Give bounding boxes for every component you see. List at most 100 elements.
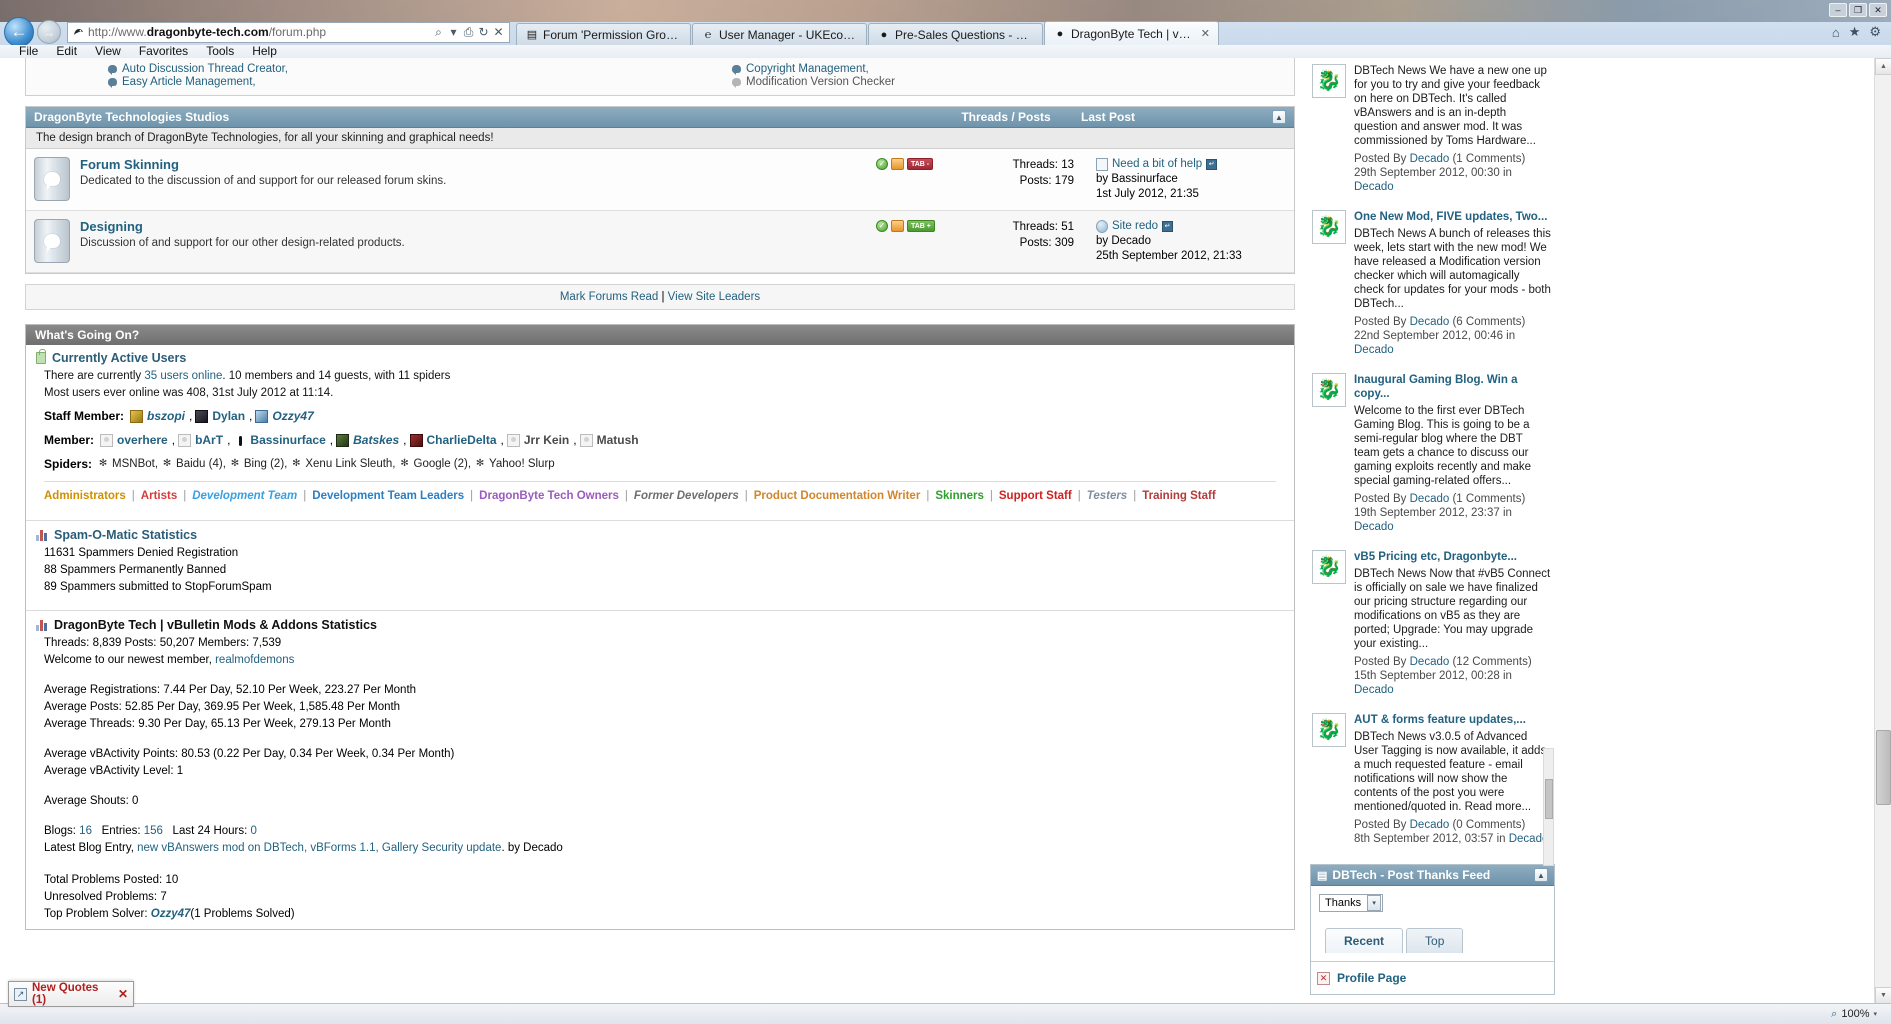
thanks-type-select[interactable]: Thanks ▾ (1319, 894, 1384, 912)
legend-development-team-leaders[interactable]: Development Team Leaders (312, 490, 464, 502)
mod-link-label[interactable]: Auto Discussion Thread Creator, (122, 63, 288, 75)
legend-support-staff[interactable]: Support Staff (999, 490, 1072, 502)
browser-tab-2[interactable]: ℮ User Manager - UKEconomy.tv... (692, 23, 867, 45)
page-scrollbar[interactable]: ▲ ▼ (1874, 58, 1891, 1004)
rss-feed-icon[interactable] (891, 220, 904, 232)
go-to-last-post-icon[interactable]: ↵ (1206, 159, 1218, 170)
forum-title-link[interactable]: Forum Skinning (80, 157, 876, 172)
browser-tab-1[interactable]: ▤ Forum 'Permission Groups' (516, 23, 691, 45)
last-post-title-link[interactable]: Site redo (1112, 219, 1158, 234)
news-title-link[interactable]: AUT & forms feature updates,... (1354, 713, 1551, 727)
mark-forums-read-link[interactable]: Mark Forums Read (560, 291, 658, 303)
tab-toggle-badge[interactable]: TAB - (907, 158, 934, 170)
last-post-title-link[interactable]: Need a bit of help (1112, 157, 1202, 172)
legend-artists[interactable]: Artists (141, 490, 177, 502)
mod-link-row[interactable]: Copyright Management, (732, 63, 1294, 75)
thanks-list-item[interactable]: ✕ Profile Page (1311, 961, 1554, 994)
stop-icon[interactable]: ✕ (491, 24, 506, 41)
close-window-button[interactable]: ✕ (1869, 3, 1887, 17)
username-link[interactable]: bArT (195, 433, 223, 447)
member-user[interactable]: Batskes, (336, 433, 407, 447)
username-link[interactable]: Dylan (212, 409, 245, 423)
latest-blog-link[interactable]: new vBAnswers mod on DBTech, vBForms 1.1… (137, 842, 501, 854)
last24-value-link[interactable]: 0 (251, 825, 257, 837)
legend-testers[interactable]: Testers (1087, 490, 1128, 502)
mod-link-row[interactable]: Modification Version Checker (732, 76, 1294, 88)
legend-dragonbyte-tech-owners[interactable]: DragonByte Tech Owners (479, 490, 619, 502)
tab-close-icon[interactable]: ✕ (1201, 27, 1210, 40)
subscribed-check-icon[interactable]: ✓ (876, 158, 888, 170)
close-icon[interactable]: ✕ (1317, 971, 1330, 985)
mod-link-row[interactable]: Easy Article Management, (108, 76, 660, 88)
news-title-link[interactable]: Inaugural Gaming Blog. Win a copy... (1354, 373, 1551, 401)
chevron-down-icon[interactable]: ▾ (1873, 1010, 1877, 1018)
staff-user[interactable]: bszopi, (130, 409, 192, 423)
zoom-indicator[interactable]: ⌕ 100% ▾ (1831, 1008, 1877, 1021)
favorites-star-icon[interactable]: ★ (1849, 24, 1861, 40)
refresh-icon[interactable]: ↻ (476, 24, 491, 41)
legend-former-developers[interactable]: Former Developers (634, 490, 739, 502)
news-item[interactable]: 🐉 vB5 Pricing etc, Dragonbyte... DBTech … (1310, 544, 1555, 707)
news-author-link[interactable]: Decado (1410, 493, 1450, 505)
back-icon[interactable]: ← (4, 17, 34, 47)
username-link[interactable]: CharlieDelta (427, 433, 497, 447)
member-user[interactable]: Bassinurface, (233, 433, 333, 447)
search-icon[interactable]: ⌕ (431, 24, 446, 41)
news-item[interactable]: 🐉 One New Mod, FIVE updates, Two... DBTe… (1310, 204, 1555, 367)
sidebar-inner-scrollbar[interactable] (1543, 748, 1554, 866)
menu-view[interactable]: View (86, 45, 130, 58)
close-icon[interactable]: ✕ (118, 987, 128, 1001)
menu-edit[interactable]: Edit (47, 45, 86, 58)
menu-file[interactable]: File (10, 45, 47, 58)
news-title-link[interactable]: vB5 Pricing etc, Dragonbyte... (1354, 550, 1551, 564)
chevron-down-icon[interactable]: ▾ (1367, 895, 1382, 911)
home-icon[interactable]: ⌂ (1832, 25, 1840, 40)
maximize-button[interactable]: ❐ (1849, 3, 1867, 17)
scroll-up-button[interactable]: ▲ (1875, 58, 1891, 75)
username-link[interactable]: bszopi (147, 409, 185, 423)
profile-page-link[interactable]: Profile Page (1337, 971, 1406, 985)
news-blog-link[interactable]: Decado (1354, 181, 1394, 193)
news-blog-link[interactable]: Decado (1354, 684, 1394, 696)
new-quotes-label[interactable]: New Quotes (1) (32, 982, 113, 1006)
news-item[interactable]: 🐉 DBTech News We have a new one up for y… (1310, 58, 1555, 204)
tools-gear-icon[interactable]: ⚙ (1869, 24, 1881, 40)
scroll-down-button[interactable]: ▼ (1875, 987, 1891, 1004)
staff-user[interactable]: Dylan, (195, 409, 252, 423)
news-author-link[interactable]: Decado (1410, 819, 1450, 831)
legend-administrators[interactable]: Administrators (44, 490, 126, 502)
username-link[interactable]: Batskes (353, 433, 399, 447)
news-title-link[interactable]: One New Mod, FIVE updates, Two... (1354, 210, 1551, 224)
mod-link-label[interactable]: Easy Article Management, (122, 76, 256, 88)
menu-help[interactable]: Help (243, 45, 286, 58)
collapse-category-button[interactable]: ▲ (1272, 110, 1286, 124)
news-blog-link[interactable]: Decado (1354, 344, 1394, 356)
browser-tab-4-active[interactable]: ● DragonByte Tech | vBulletin... ✕ (1044, 21, 1219, 45)
news-blog-link[interactable]: Decado (1354, 521, 1394, 533)
news-item[interactable]: 🐉 AUT & forms feature updates,... DBTech… (1310, 707, 1555, 856)
last-post-author[interactable]: by Bassinurface (1096, 172, 1286, 187)
rss-feed-icon[interactable] (891, 158, 904, 170)
tab-toggle-badge[interactable]: TAB + (907, 220, 935, 232)
top-solver-link[interactable]: Ozzy47 (151, 908, 191, 920)
legend-skinners[interactable]: Skinners (935, 490, 984, 502)
forum-row[interactable]: Forum Skinning Dedicated to the discussi… (26, 149, 1294, 211)
member-user[interactable]: overhere, (100, 433, 175, 447)
subscribed-check-icon[interactable]: ✓ (876, 220, 888, 232)
menu-tools[interactable]: Tools (197, 45, 243, 58)
news-item[interactable]: 🐉 Inaugural Gaming Blog. Win a copy... W… (1310, 367, 1555, 544)
news-author-link[interactable]: Decado (1410, 656, 1450, 668)
entries-value-link[interactable]: 156 (144, 825, 163, 837)
collapse-panel-button[interactable]: ▲ (1534, 868, 1548, 882)
legend-product-documentation-writer[interactable]: Product Documentation Writer (754, 490, 921, 502)
legend-training-staff[interactable]: Training Staff (1142, 490, 1215, 502)
go-to-last-post-icon[interactable]: ↵ (1162, 221, 1174, 232)
forum-row[interactable]: Designing Discussion of and support for … (26, 211, 1294, 273)
forum-title-link[interactable]: Designing (80, 219, 876, 234)
mod-link-row[interactable]: Auto Discussion Thread Creator, (108, 63, 660, 75)
browser-tab-3[interactable]: ● Pre-Sales Questions - Post Ne... (868, 23, 1043, 45)
tab-recent[interactable]: Recent (1325, 928, 1404, 953)
member-user[interactable]: bArT, (178, 433, 230, 447)
newest-member-link[interactable]: realmofdemons (215, 654, 294, 666)
page-scrollbar-thumb[interactable] (1876, 730, 1891, 805)
